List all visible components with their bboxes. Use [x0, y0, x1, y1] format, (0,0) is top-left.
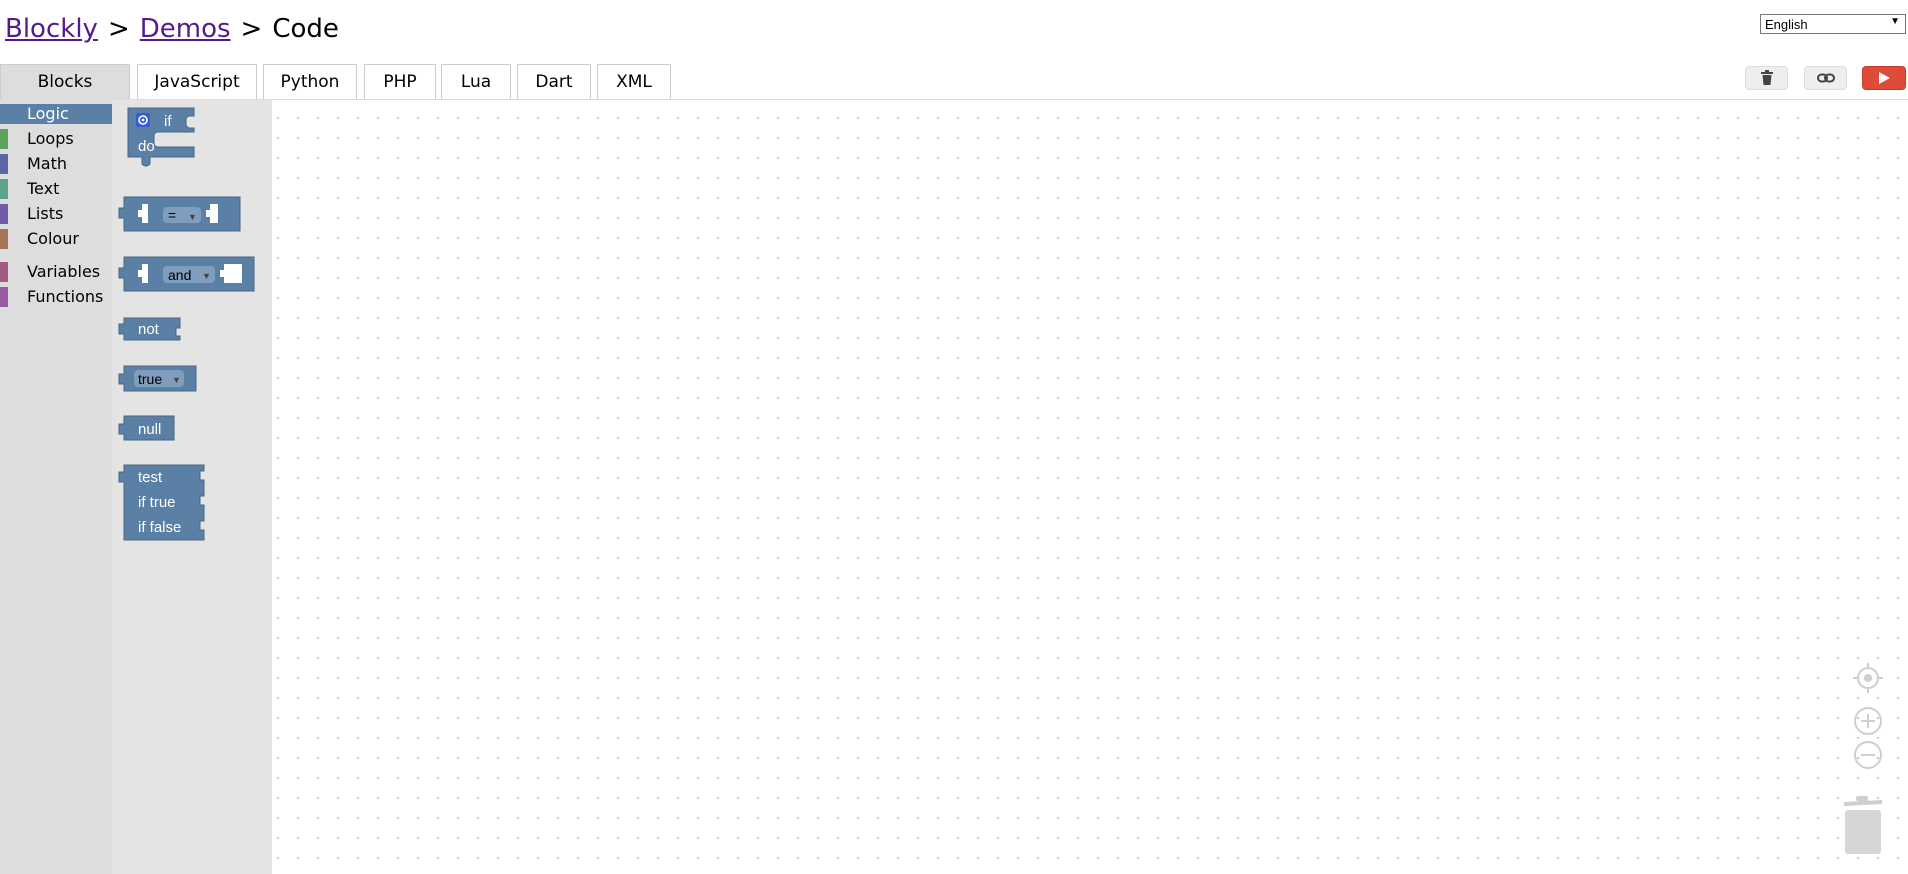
- category-colour[interactable]: Colour: [0, 228, 112, 250]
- page-title: Code: [272, 14, 339, 44]
- category-color-bar: [0, 179, 8, 199]
- toolbox: Logic Loops Math Text Lists Colour Varia…: [0, 100, 112, 874]
- dropdown-arrow-icon: ▼: [202, 271, 211, 281]
- category-color-bar: [0, 104, 8, 124]
- tab-javascript[interactable]: JavaScript: [137, 64, 257, 99]
- category-label: Text: [27, 179, 60, 198]
- breadcrumb-separator: >: [240, 14, 263, 44]
- if-false-label: if false: [138, 519, 181, 536]
- trash-button[interactable]: [1745, 66, 1788, 90]
- category-color-bar: [0, 262, 8, 282]
- tab-xml[interactable]: XML: [597, 64, 671, 99]
- if-true-label: if true: [138, 494, 176, 511]
- category-functions[interactable]: Functions: [0, 286, 112, 308]
- do-label: do: [138, 138, 155, 155]
- category-label: Functions: [27, 287, 104, 306]
- language-select-value: English: [1765, 17, 1808, 32]
- operator-value: =: [168, 207, 176, 223]
- dropdown-arrow-icon: ▼: [188, 212, 197, 222]
- trash-can-icon: [1844, 796, 1882, 854]
- category-color-bar: [0, 204, 8, 224]
- negate-block[interactable]: not: [118, 317, 181, 341]
- category-label: Loops: [27, 129, 74, 148]
- test-label: test: [138, 469, 163, 486]
- tab-label: Lua: [460, 72, 492, 92]
- category-color-bar: [0, 229, 8, 249]
- category-text[interactable]: Text: [0, 178, 112, 200]
- breadcrumb-link-blockly[interactable]: Blockly: [5, 14, 98, 44]
- tab-lua[interactable]: Lua: [441, 64, 511, 99]
- flyout-canvas: if do = ▼ and ▼ not true ▼ null test if …: [118, 107, 255, 541]
- tab-label: Dart: [535, 72, 573, 92]
- blockly-workspace[interactable]: Logic Loops Math Text Lists Colour Varia…: [0, 100, 1908, 874]
- null-block[interactable]: null: [118, 415, 175, 441]
- dropdown-arrow-icon: ▼: [172, 375, 181, 385]
- boolean-value: true: [138, 371, 162, 387]
- tab-blocks[interactable]: Blocks: [0, 64, 130, 99]
- workspace-trash-can[interactable]: [1840, 794, 1884, 856]
- tab-dart[interactable]: Dart: [517, 64, 591, 99]
- chevron-down-icon: ▼: [1890, 16, 1900, 27]
- play-icon: [1879, 72, 1890, 84]
- tab-label: Python: [280, 72, 340, 92]
- plus-icon: [1854, 707, 1882, 735]
- category-label: Colour: [27, 229, 79, 248]
- link-button[interactable]: [1804, 66, 1847, 90]
- tab-label: JavaScript: [154, 72, 240, 92]
- category-label: Lists: [27, 204, 64, 223]
- ternary-block[interactable]: test if true if false: [118, 464, 205, 541]
- block-flyout: if do = ▼ and ▼ not true ▼ null test if …: [112, 100, 272, 874]
- if-label: if: [164, 113, 172, 130]
- category-color-bar: [0, 287, 8, 307]
- run-button[interactable]: [1862, 66, 1906, 90]
- tab-python[interactable]: Python: [263, 64, 357, 99]
- category-color-bar: [0, 154, 8, 174]
- if-do-block[interactable]: if do: [127, 107, 195, 167]
- language-select[interactable]: English ▼: [1760, 14, 1906, 34]
- category-color-bar: [0, 129, 8, 149]
- category-math[interactable]: Math: [0, 153, 112, 175]
- tab-label: XML: [616, 72, 652, 92]
- category-label: Variables: [27, 262, 101, 281]
- category-variables[interactable]: Variables: [0, 261, 112, 283]
- category-lists[interactable]: Lists: [0, 203, 112, 225]
- tab-label: PHP: [383, 72, 417, 92]
- recenter-button[interactable]: [1852, 662, 1884, 694]
- breadcrumb-link-demos[interactable]: Demos: [140, 14, 231, 44]
- tab-php[interactable]: PHP: [364, 64, 436, 99]
- logic-operation-block[interactable]: and ▼: [118, 256, 255, 292]
- tab-bar: Blocks JavaScript Python PHP Lua Dart XM…: [0, 64, 1908, 100]
- category-label: Logic: [27, 104, 69, 123]
- operator-value: and: [168, 267, 191, 283]
- tab-label: Blocks: [37, 72, 93, 92]
- breadcrumb: Blockly > Demos > Code: [5, 14, 339, 44]
- minus-icon: [1854, 741, 1882, 769]
- category-logic[interactable]: Logic: [0, 103, 112, 125]
- gear-icon-center: [141, 118, 145, 122]
- compare-block[interactable]: = ▼: [118, 196, 241, 232]
- zoom-out-button[interactable]: [1853, 740, 1883, 770]
- link-icon: [1816, 73, 1835, 83]
- null-label: null: [138, 421, 161, 438]
- trash-icon: [1760, 70, 1773, 85]
- zoom-in-button[interactable]: [1853, 706, 1883, 736]
- target-icon: [1853, 663, 1883, 693]
- not-label: not: [138, 321, 160, 338]
- breadcrumb-separator: >: [107, 14, 130, 44]
- boolean-block[interactable]: true ▼: [118, 365, 197, 392]
- category-loops[interactable]: Loops: [0, 128, 112, 150]
- category-label: Math: [27, 154, 68, 173]
